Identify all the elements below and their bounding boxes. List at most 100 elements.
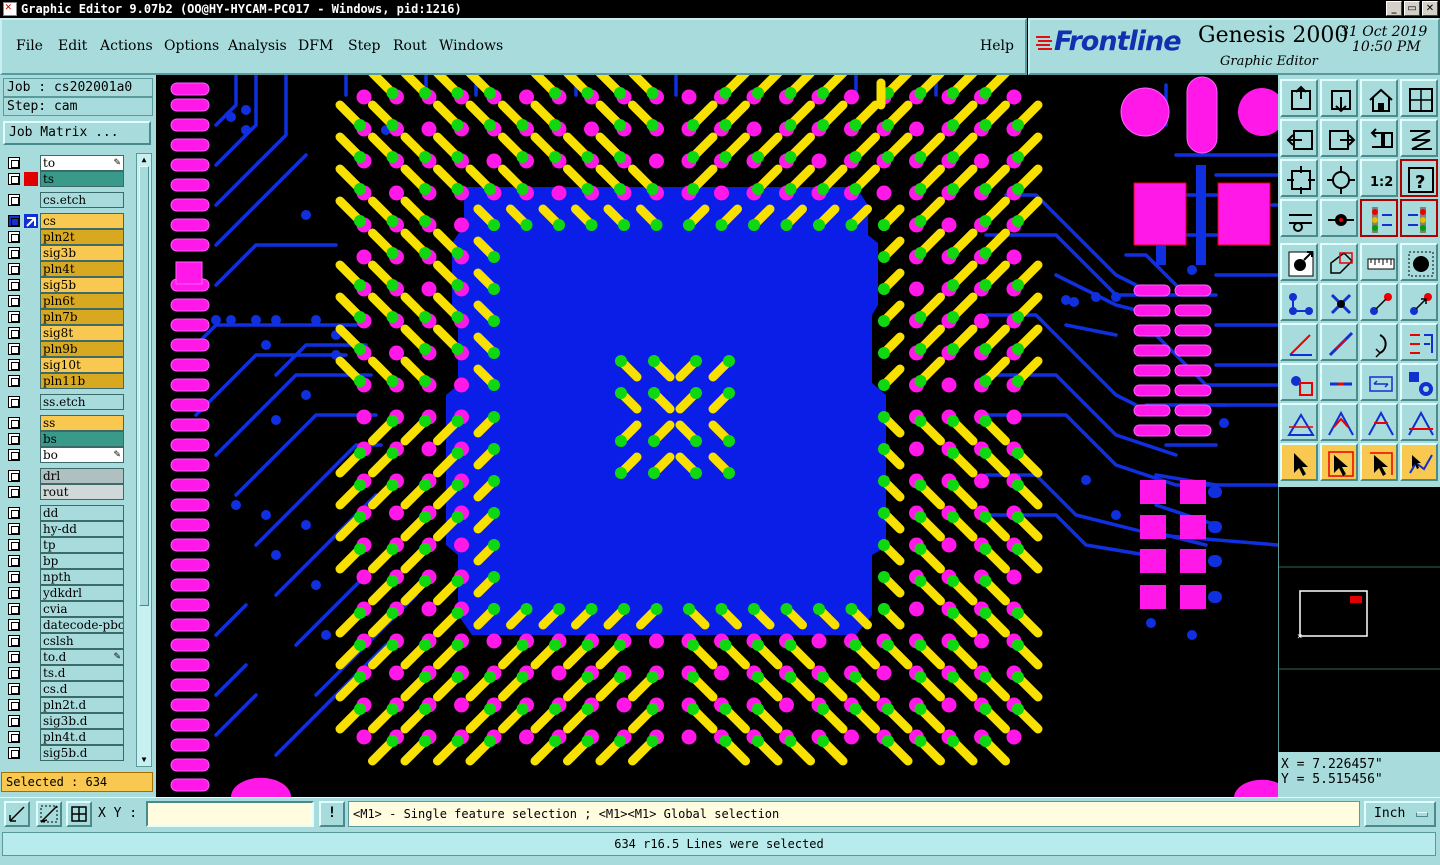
layer-checkbox[interactable] [8,449,20,461]
layer-checkbox[interactable] [8,747,20,759]
layer-name[interactable]: cslsh [40,633,124,649]
layer-checkbox[interactable] [8,157,20,169]
layer-checkbox[interactable] [8,215,20,227]
layer-name[interactable]: pln11b [40,373,124,389]
menu-step[interactable]: Step [348,38,380,54]
menu-dfm[interactable]: DFM [298,38,333,54]
menu-options[interactable]: Options [164,38,219,54]
help-query-tool[interactable]: ? [1400,159,1438,197]
layer-row-bs[interactable]: bs [6,431,124,447]
layer-row-ts.d[interactable]: ts.d [6,665,124,681]
layer-name[interactable]: cs.etch [40,192,124,208]
measure-line-button[interactable] [36,801,62,827]
line-draw-tool[interactable] [1280,323,1318,361]
layer-row-bp[interactable]: bp [6,553,124,569]
overview-map[interactable]: × [1278,487,1440,752]
layer-checkbox[interactable] [8,507,20,519]
layer-checkbox[interactable] [8,667,20,679]
select-box-tool[interactable] [1320,443,1358,481]
job-matrix-button[interactable]: Job Matrix ... [3,121,151,145]
add-feature-tool[interactable] [1280,243,1318,281]
close-button[interactable]: ✕ [1422,1,1438,16]
menu-edit[interactable]: Edit [58,38,87,54]
layer-name[interactable]: sig3b.d [40,713,124,729]
layer-name[interactable]: datecode-pbc [40,617,124,633]
home-tool[interactable] [1360,79,1398,117]
layer-checkbox[interactable] [8,375,20,387]
layer-checkbox[interactable] [8,327,20,339]
layer-name[interactable]: pln4t.d [40,729,124,745]
layer-checkbox[interactable] [8,683,20,695]
layer-name[interactable]: ss [40,415,124,431]
layer-row-pln4t[interactable]: pln4t [6,261,124,277]
layer-row-sig10t[interactable]: sig10t [6,357,124,373]
layer-row-pln11b[interactable]: pln11b [6,373,124,389]
layer-name[interactable]: pln2t [40,229,124,245]
layer-checkbox[interactable] [8,311,20,323]
pan-down-tool[interactable] [1320,79,1358,117]
layer-name[interactable]: sig8t [40,325,124,341]
layer-checkbox[interactable] [8,417,20,429]
layer-checkbox[interactable] [8,555,20,567]
layer-checkbox[interactable] [8,295,20,307]
layer-name[interactable]: to ✎ [40,155,124,171]
layer-checkbox[interactable] [8,173,20,185]
graphic-canvas[interactable] [156,75,1278,797]
layer-name[interactable]: ts [40,171,124,187]
layer-row-bo[interactable]: bo ✎ [6,447,124,463]
layer-name[interactable]: pln6t [40,293,124,309]
minimize-button[interactable]: _ [1386,1,1402,16]
active-layer-icon[interactable] [24,214,38,228]
layer-name[interactable]: sig10t [40,357,124,373]
layer-row-ts[interactable]: ts [6,171,124,187]
triangle-b-tool[interactable] [1360,403,1398,441]
layer-name[interactable]: cs.d [40,681,124,697]
layer-row-datecode-pbc[interactable]: datecode-pbc [6,617,124,633]
layer-checkbox[interactable] [8,433,20,445]
layer-checkbox[interactable] [8,571,20,583]
layer-row-pln2t.d[interactable]: pln2t.d [6,697,124,713]
layer-checkbox[interactable] [8,194,20,206]
layer-row-sig5b.d[interactable]: sig5b.d [6,745,124,761]
layer-checkbox[interactable] [8,486,20,498]
layer-row-ss.etch[interactable]: ss.etch [6,394,124,410]
layer-checkbox[interactable] [8,470,20,482]
layer-row-hy-dd[interactable]: hy-dd [6,521,124,537]
polygon-tool[interactable] [1320,243,1358,281]
net-connect-tool[interactable] [1280,283,1318,321]
layer-name[interactable]: ss.etch [40,394,124,410]
cross-tool[interactable] [1320,283,1358,321]
zoom-back-tool[interactable] [1360,119,1398,157]
layer-checkbox[interactable] [8,603,20,615]
layer-color-swatch[interactable] [24,172,38,186]
layer-row-cs.etch[interactable]: cs.etch [6,192,124,208]
layer-row-ydkdrl[interactable]: ydkdrl [6,585,124,601]
layer-row-cvia[interactable]: cvia [6,601,124,617]
line-edit-tool[interactable] [1320,323,1358,361]
layer-row-tp[interactable]: tp [6,537,124,553]
scroll-down-icon[interactable]: ▼ [138,755,150,765]
layer-name[interactable]: pln7b [40,309,124,325]
triangle-tool[interactable] [1280,403,1318,441]
layer-row-to.d[interactable]: to.d ✎ [6,649,124,665]
layer-row-to[interactable]: to ✎ [6,155,124,171]
layer-row-cs.d[interactable]: cs.d [6,681,124,697]
layer-checkbox[interactable] [8,587,20,599]
layer-checkbox[interactable] [8,731,20,743]
layer-checkbox[interactable] [8,231,20,243]
arc-tool[interactable] [1360,323,1398,361]
select-pointer-tool[interactable] [1280,443,1318,481]
select-net-tool[interactable] [1400,443,1438,481]
pan-right-tool[interactable] [1320,119,1358,157]
layer-checkbox[interactable] [8,247,20,259]
layer-row-sig3b[interactable]: sig3b [6,245,124,261]
layer-checkbox[interactable] [8,263,20,275]
layer-row-ss[interactable]: ss [6,415,124,431]
zoom-1to1-tool[interactable]: 1:2 [1360,159,1398,197]
layer-checkbox[interactable] [8,343,20,355]
layer-row-pln4t.d[interactable]: pln4t.d [6,729,124,745]
layer-checkbox[interactable] [8,396,20,408]
layer-display-tool[interactable] [1360,199,1398,237]
layer-checkbox[interactable] [8,359,20,371]
copy-tool[interactable] [1400,283,1438,321]
